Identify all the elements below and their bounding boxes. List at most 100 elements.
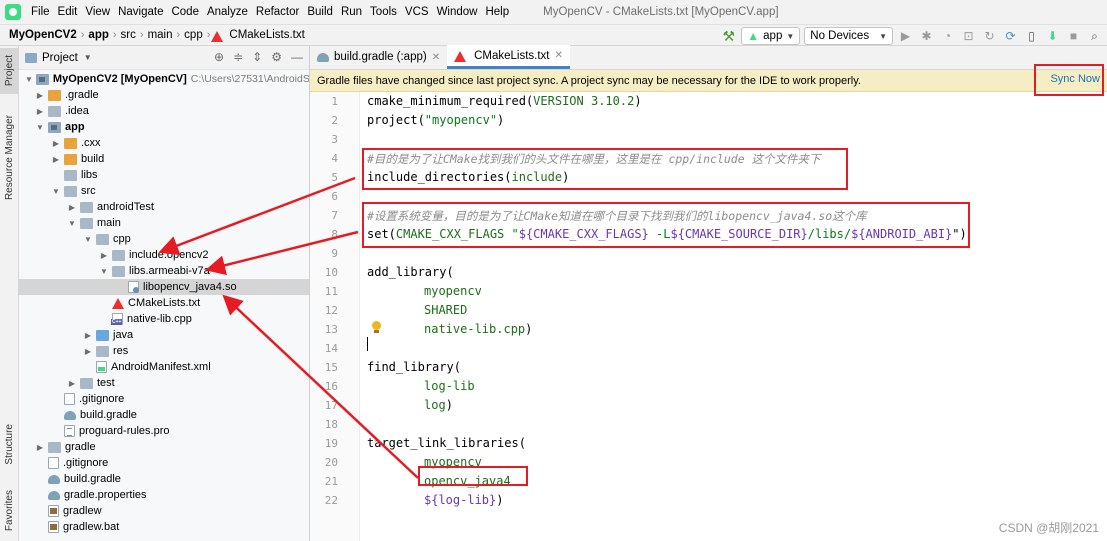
tree-item[interactable]: ▶ .gradle — [19, 87, 309, 103]
tree-item[interactable]: ▶ androidTest — [19, 199, 309, 215]
tab-cmakelists[interactable]: CMakeLists.txt ✕ — [447, 45, 570, 69]
breadcrumb-file[interactable]: CMakeLists.txt — [226, 29, 307, 41]
chevron-right-icon[interactable]: ▶ — [35, 443, 45, 452]
sync-gradle-icon[interactable]: ⟳ — [1002, 28, 1019, 45]
tree-item[interactable]: ▶ .idea — [19, 103, 309, 119]
line-number: 13 — [324, 323, 338, 336]
chevron-right-icon[interactable]: ▶ — [35, 91, 45, 100]
device-select[interactable]: No Devices ▼ — [804, 27, 893, 45]
apply-changes-icon[interactable]: ↻ — [981, 28, 998, 45]
chevron-right-icon[interactable]: ▶ — [35, 107, 45, 116]
stripe-tab-project[interactable]: Project — [0, 48, 19, 94]
run-icon[interactable]: ▶ — [897, 28, 914, 45]
menu-help[interactable]: Help — [481, 0, 513, 24]
tree-item[interactable]: ▶ test — [19, 375, 309, 391]
profile-icon[interactable]: ◔ — [939, 28, 956, 45]
chevron-right-icon[interactable]: ▶ — [83, 331, 93, 340]
module-folder-icon — [48, 121, 61, 133]
stop-icon[interactable]: ■ — [1065, 28, 1082, 45]
chevron-right-icon[interactable]: ▶ — [83, 347, 93, 356]
tree-item-include-opencv2[interactable]: ▶ include.opencv2 — [19, 247, 309, 263]
stripe-tab-structure[interactable]: Structure — [0, 416, 19, 472]
project-view-select[interactable]: Project — [42, 52, 78, 64]
annotation-box-sync — [1034, 64, 1104, 96]
chevron-down-icon[interactable]: ▼ — [51, 187, 61, 196]
run-config-select[interactable]: ▲ app ▼ — [741, 27, 801, 45]
tree-item[interactable]: ▶ res — [19, 343, 309, 359]
tree-item[interactable]: ▶ java — [19, 327, 309, 343]
breadcrumb-cpp[interactable]: cpp — [181, 29, 206, 41]
chevron-down-icon[interactable]: ▼ — [25, 75, 33, 84]
close-icon[interactable]: ✕ — [432, 52, 440, 63]
lightbulb-icon[interactable] — [371, 320, 383, 334]
debug-icon[interactable]: ✱ — [918, 28, 935, 45]
menu-edit[interactable]: Edit — [54, 0, 82, 24]
breadcrumb-project[interactable]: MyOpenCV2 — [6, 29, 80, 41]
gear-icon[interactable]: ⚙ — [271, 50, 282, 64]
breadcrumb-app[interactable]: app — [85, 29, 111, 41]
menu-vcs[interactable]: VCS — [401, 0, 433, 24]
close-icon[interactable]: ✕ — [555, 50, 563, 61]
tree-item-cmakelists[interactable]: CMakeLists.txt — [19, 295, 309, 311]
tree-item[interactable]: libs — [19, 167, 309, 183]
menu-refactor[interactable]: Refactor — [252, 0, 303, 24]
menu-run[interactable]: Run — [337, 0, 366, 24]
tab-label: build.gradle (:app) — [334, 51, 427, 63]
tree-item[interactable]: ▶ gradle — [19, 439, 309, 455]
breadcrumb-src[interactable]: src — [118, 29, 139, 41]
tree-item[interactable]: ▼ cpp — [19, 231, 309, 247]
search-icon[interactable]: ⌕ — [1086, 28, 1103, 45]
chevron-right-icon[interactable]: ▶ — [67, 203, 77, 212]
tree-item[interactable]: build.gradle — [19, 407, 309, 423]
chevron-right-icon[interactable]: ▶ — [51, 155, 61, 164]
menu-view[interactable]: View — [81, 0, 114, 24]
menu-navigate[interactable]: Navigate — [114, 0, 167, 24]
menu-window[interactable]: Window — [433, 0, 482, 24]
hammer-icon[interactable]: ⚒ — [720, 28, 737, 45]
collapse-icon[interactable]: ≑ — [233, 50, 243, 64]
expand-icon[interactable]: ⇕ — [252, 50, 262, 64]
chevron-down-icon[interactable]: ▼ — [83, 235, 93, 244]
tree-item-root[interactable]: ▼ MyOpenCV2 [MyOpenCV] C:\Users\27531\An… — [19, 71, 309, 87]
tree-item-libopencv-so[interactable]: libopencv_java4.so — [19, 279, 309, 295]
tab-build-gradle[interactable]: build.gradle (:app) ✕ — [310, 45, 447, 69]
chevron-right-icon[interactable]: ▶ — [99, 251, 109, 260]
sdk-manager-icon[interactable]: ⬇ — [1044, 28, 1061, 45]
tree-item[interactable]: .gitignore — [19, 455, 309, 471]
gradle-icon — [48, 474, 60, 484]
tree-item[interactable]: native-lib.cpp — [19, 311, 309, 327]
avd-manager-icon[interactable]: ▯ — [1023, 28, 1040, 45]
menu-tools[interactable]: Tools — [366, 0, 401, 24]
tree-item[interactable]: ▼ app — [19, 119, 309, 135]
stripe-tab-resource-manager[interactable]: Resource Manager — [0, 108, 19, 208]
stripe-tab-favorites[interactable]: Favorites — [0, 484, 19, 538]
tree-item[interactable]: ▼ src — [19, 183, 309, 199]
tree-item[interactable]: proguard-rules.pro — [19, 423, 309, 439]
menu-analyze[interactable]: Analyze — [203, 0, 252, 24]
breadcrumb-main[interactable]: main — [145, 29, 176, 41]
tree-item[interactable]: gradlew.bat — [19, 519, 309, 535]
line-number: 9 — [331, 247, 338, 260]
tree-item[interactable]: ▶ build — [19, 151, 309, 167]
menu-build[interactable]: Build — [303, 0, 337, 24]
menu-file[interactable]: File — [27, 0, 54, 24]
tree-item[interactable]: gradlew — [19, 503, 309, 519]
chevron-down-icon[interactable]: ▼ — [67, 219, 77, 228]
chevron-down-icon[interactable]: ▼ — [99, 267, 109, 276]
locate-icon[interactable]: ⊕ — [214, 50, 224, 64]
tree-item[interactable]: ▶ .cxx — [19, 135, 309, 151]
code-line: cmake_minimum_required(VERSION 3.10.2) — [367, 94, 642, 108]
tree-item-libs-armeabi[interactable]: ▼ libs.armeabi-v7a — [19, 263, 309, 279]
attach-icon[interactable]: ⊡ — [960, 28, 977, 45]
tree-item[interactable]: ▼ main — [19, 215, 309, 231]
tree-item[interactable]: gradle.properties — [19, 487, 309, 503]
tree-item[interactable]: build.gradle — [19, 471, 309, 487]
chevron-down-icon[interactable]: ▼ — [84, 53, 92, 62]
tree-item[interactable]: .gitignore — [19, 391, 309, 407]
minimize-icon[interactable]: — — [291, 50, 303, 64]
chevron-right-icon[interactable]: ▶ — [67, 379, 77, 388]
menu-code[interactable]: Code — [167, 0, 203, 24]
chevron-right-icon[interactable]: ▶ — [51, 139, 61, 148]
chevron-down-icon[interactable]: ▼ — [35, 123, 45, 132]
tree-item[interactable]: AndroidManifest.xml — [19, 359, 309, 375]
